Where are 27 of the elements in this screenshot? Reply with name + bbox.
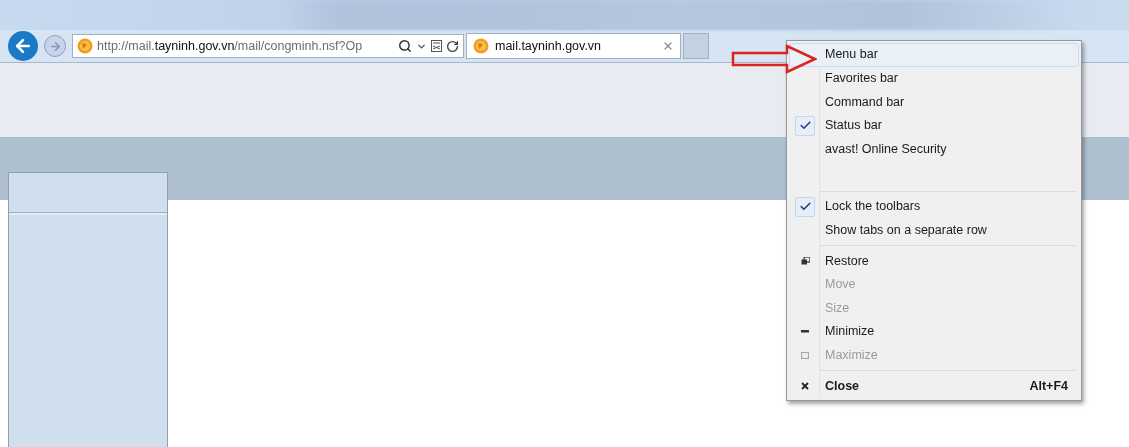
globe-icon bbox=[77, 38, 93, 54]
menu-item[interactable]: Favorites bar bbox=[789, 66, 1079, 91]
compatibility-icon[interactable] bbox=[431, 40, 442, 52]
menu-item[interactable]: Restore bbox=[789, 249, 1079, 273]
maximize-icon bbox=[801, 351, 809, 359]
menu-item[interactable]: Close Alt+F4 bbox=[789, 374, 1079, 398]
menu-item[interactable]: avast! Online Security bbox=[789, 137, 1079, 161]
search-icon[interactable] bbox=[398, 39, 412, 53]
restore-icon bbox=[800, 256, 810, 265]
close-tab-icon[interactable] bbox=[662, 40, 674, 52]
menu-item[interactable]: Show tabs on a separate row bbox=[789, 218, 1079, 243]
forward-arrow-icon bbox=[48, 39, 62, 53]
globe-icon bbox=[473, 38, 489, 54]
close-icon bbox=[801, 381, 809, 390]
back-button[interactable] bbox=[8, 31, 38, 61]
menu-item[interactable]: Lock the toolbars bbox=[789, 194, 1079, 219]
refresh-icon[interactable] bbox=[446, 39, 459, 53]
menu-item[interactable]: Status bar bbox=[789, 113, 1079, 138]
browser-tab[interactable]: mail.tayninh.gov.vn bbox=[466, 33, 681, 59]
menu-item[interactable]: Command bar bbox=[789, 90, 1079, 114]
tab-title: mail.tayninh.gov.vn bbox=[495, 37, 602, 55]
shortcut-text: Alt+F4 bbox=[1029, 377, 1069, 395]
address-bar[interactable]: http://mail.tayninh.gov.vn/mail/congminh.nsf?Op bbox=[72, 34, 464, 58]
menu-item[interactable]: Minimize bbox=[789, 319, 1079, 344]
menu-item[interactable]: Menu bar bbox=[789, 43, 1079, 67]
url-text: http://mail.tayninh.gov.vn/mail/congminh.nsf?Op bbox=[97, 37, 363, 55]
minimize-icon bbox=[801, 330, 809, 334]
